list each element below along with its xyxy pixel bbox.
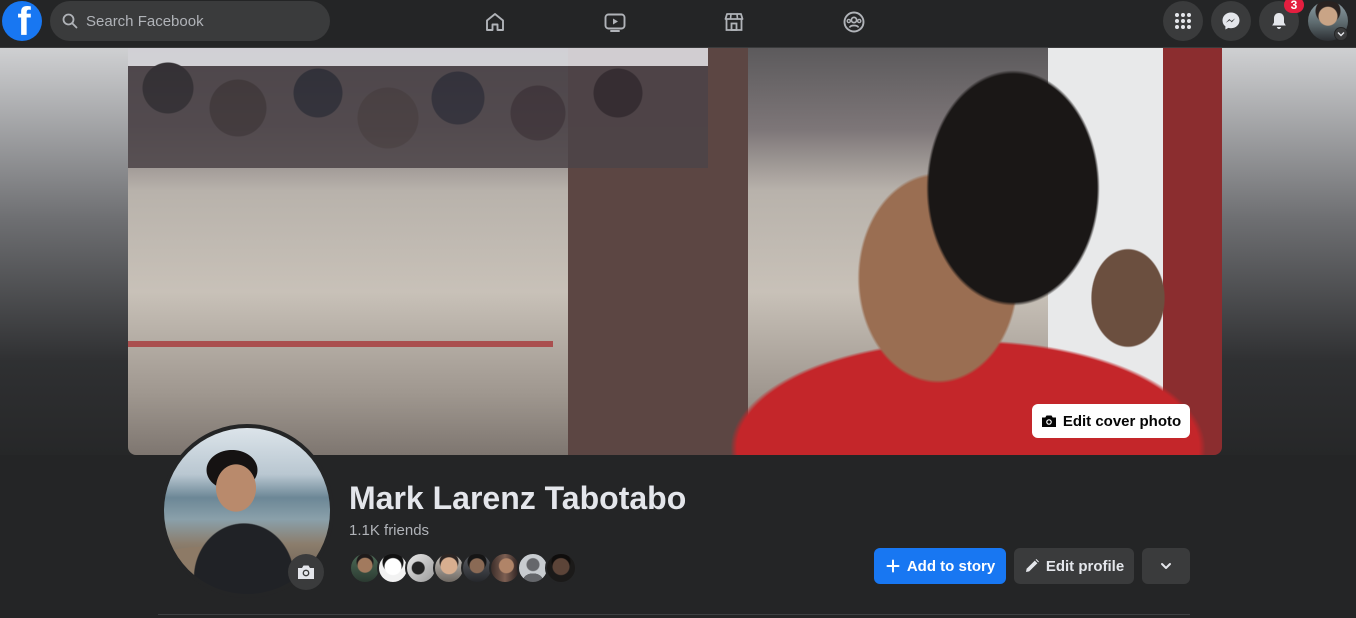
notifications-badge: 3 <box>1284 0 1304 13</box>
messenger-icon <box>1222 12 1240 30</box>
chevron-down-icon <box>1337 32 1345 37</box>
chevron-down-icon <box>1161 563 1171 569</box>
facebook-logo-letter: f <box>17 1 31 41</box>
nav-marketplace[interactable] <box>714 4 754 40</box>
cover-photo-crowd <box>128 48 708 198</box>
update-profile-photo-button[interactable] <box>288 554 324 590</box>
plus-icon <box>886 559 900 573</box>
notifications-icon <box>1272 13 1286 29</box>
marketplace-icon <box>724 13 744 31</box>
cover-photo[interactable] <box>128 48 1222 455</box>
edit-profile-button[interactable]: Edit profile <box>1014 548 1134 584</box>
edit-profile-label: Edit profile <box>1045 557 1125 575</box>
watch-icon <box>604 13 626 32</box>
add-to-story-label: Add to story <box>906 557 996 575</box>
friends-count-link[interactable]: 1.1K friends <box>349 522 429 539</box>
add-to-story-button[interactable]: Add to story <box>874 548 1006 584</box>
camera-icon <box>298 565 314 579</box>
friend-avatar[interactable] <box>545 552 577 584</box>
edit-cover-photo-button[interactable]: Edit cover photo <box>1032 404 1190 438</box>
search-bar[interactable] <box>50 1 330 41</box>
nav-groups[interactable] <box>834 4 874 40</box>
pencil-icon <box>1025 559 1039 572</box>
edit-cover-photo-label: Edit cover photo <box>1062 412 1182 430</box>
facebook-logo[interactable]: f <box>2 1 42 41</box>
profile-name: Mark Larenz Tabotabo <box>349 480 687 516</box>
search-icon <box>62 13 78 29</box>
friend-avatars-row <box>349 552 577 584</box>
messenger-button[interactable] <box>1211 1 1251 41</box>
nav-home[interactable] <box>475 4 515 40</box>
groups-icon <box>843 11 865 33</box>
camera-icon <box>1041 415 1056 427</box>
more-options-button[interactable] <box>1142 548 1190 584</box>
menu-grid-icon <box>1175 13 1191 29</box>
account-menu-chevron[interactable] <box>1334 27 1348 41</box>
home-icon <box>486 13 504 31</box>
section-divider <box>158 614 1190 615</box>
nav-watch[interactable] <box>595 4 635 40</box>
menu-button[interactable] <box>1163 1 1203 41</box>
top-navigation-bar: f Search Facebook 3 <box>0 0 1356 48</box>
cover-photo-rail <box>128 341 553 347</box>
search-input[interactable] <box>86 12 306 30</box>
